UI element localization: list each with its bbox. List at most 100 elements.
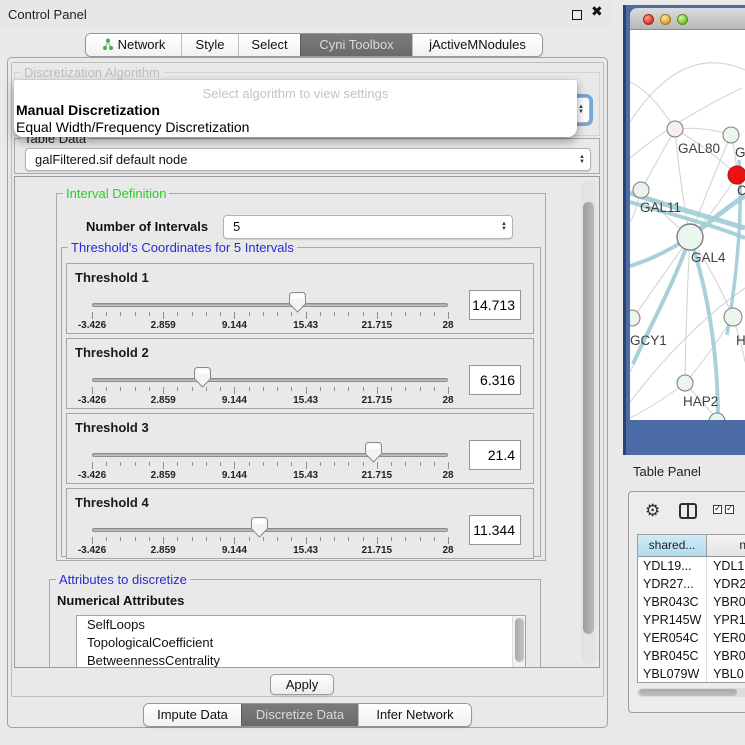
network-edge[interactable] (685, 317, 733, 383)
table-row[interactable]: YPR145WYPR1 (638, 611, 745, 629)
cell-shared-name[interactable]: YER054C (638, 629, 707, 647)
network-node[interactable] (630, 310, 640, 326)
network-edge[interactable] (630, 82, 675, 129)
threshold-value-field[interactable]: 14.713 (469, 290, 521, 320)
popup-item-manual-discretization[interactable]: Manual Discretization (16, 102, 160, 118)
network-node[interactable] (724, 308, 742, 326)
table-row[interactable]: YBR043CYBR0 (638, 593, 745, 611)
gear-icon[interactable]: ⚙ (645, 501, 660, 521)
slider-track[interactable] (92, 453, 448, 457)
network-edge[interactable] (630, 63, 745, 122)
cell-shared-name[interactable]: YPR145W (638, 611, 707, 629)
table-row[interactable]: YDR27...YDR2 (638, 575, 745, 593)
table-horizontal-scrollbar[interactable] (637, 688, 745, 697)
zoom-traffic-light-icon[interactable] (677, 14, 688, 25)
slider-tick (135, 537, 136, 541)
slider-thumb[interactable] (251, 517, 268, 538)
network-edge[interactable] (641, 129, 675, 190)
apply-button[interactable]: Apply (270, 674, 334, 695)
slider-tick (149, 537, 150, 541)
table-row[interactable]: YDL19...YDL1 (638, 557, 745, 575)
slider-tick-label: 15.43 (276, 470, 336, 481)
columns-icon[interactable] (679, 503, 697, 519)
slider-thumb[interactable] (365, 442, 382, 463)
attribute-item[interactable]: BetweennessCentrality (77, 652, 525, 668)
attribute-item[interactable]: SelfLoops (77, 616, 525, 634)
network-node[interactable] (677, 224, 703, 250)
number-of-intervals-combobox[interactable]: 5 ▲▼ (223, 215, 513, 239)
slider-tick (163, 462, 164, 469)
cell-shared-name[interactable]: YBR045C (638, 647, 707, 665)
number-of-intervals-value: 5 (233, 216, 490, 238)
slider-tick-label: 2.859 (133, 320, 193, 331)
network-edge[interactable] (630, 383, 685, 418)
cell-name[interactable]: YER0 (707, 629, 745, 647)
tab-infer-network[interactable]: Infer Network (358, 704, 471, 726)
settings-vertical-scrollbar[interactable] (581, 180, 596, 664)
slider-tick (348, 387, 349, 391)
table-data-combobox[interactable]: galFiltered.sif default node ▲▼ (25, 148, 591, 171)
slider-thumb[interactable] (289, 292, 306, 313)
table-row[interactable]: YER054CYER0 (638, 629, 745, 647)
slider-track[interactable] (92, 303, 448, 307)
tab-cyni-toolbox[interactable]: Cyni Toolbox (300, 34, 412, 56)
tab-discretize-data[interactable]: Discretize Data (241, 704, 358, 726)
cell-name[interactable]: YBR0 (707, 593, 745, 611)
cell-name[interactable]: YDL1 (707, 557, 745, 575)
network-window-titlebar[interactable] (630, 8, 745, 30)
tab-style[interactable]: Style (181, 34, 238, 56)
cell-shared-name[interactable]: YBL079W (638, 665, 707, 683)
tab-select[interactable]: Select (238, 34, 300, 56)
slider-tick (420, 387, 421, 391)
attribute-item[interactable]: TopologicalCoefficient (77, 634, 525, 652)
network-node[interactable] (633, 182, 649, 198)
slider-tick (405, 312, 406, 316)
slider-track[interactable] (92, 528, 448, 532)
network-graph[interactable]: GAL80GACGAL11GAL4GCY1HHAP2 (630, 30, 745, 420)
slider-track[interactable] (92, 378, 448, 382)
cell-name[interactable]: YPR1 (707, 611, 745, 629)
threshold-value-field[interactable]: 6.316 (469, 365, 521, 395)
cell-name[interactable]: YBL0 (707, 665, 745, 683)
float-window-icon[interactable] (572, 10, 582, 20)
network-edge[interactable] (685, 237, 690, 383)
network-node[interactable] (667, 121, 683, 137)
checkbox-pair-icon[interactable] (713, 505, 734, 514)
minimize-traffic-light-icon[interactable] (660, 14, 671, 25)
node-attribute-table: shared... na YDL19...YDL1YDR27...YDR2YBR… (637, 534, 745, 683)
slider-thumb[interactable] (194, 367, 211, 388)
network-view-canvas[interactable]: GAL80GACGAL11GAL4GCY1HHAP2 (630, 30, 745, 420)
column-header-name[interactable]: na (707, 535, 745, 556)
popup-item-equal-width-frequency[interactable]: Equal Width/Frequency Discretization (16, 119, 249, 135)
table-row[interactable]: YBR045CYBR0 (638, 647, 745, 665)
attributes-scrollbar[interactable] (512, 616, 525, 668)
network-node[interactable] (677, 375, 693, 391)
threshold-value-field[interactable]: 11.344 (469, 515, 521, 545)
app-root: { "control_panel": { "title": "Control P… (0, 0, 745, 745)
numerical-attributes-list[interactable]: SelfLoopsTopologicalCoefficientBetweenne… (76, 615, 526, 668)
network-node[interactable] (728, 166, 745, 184)
slider-tick (120, 312, 121, 316)
slider-tick (106, 387, 107, 391)
cell-name[interactable]: YDR2 (707, 575, 745, 593)
tab-network[interactable]: Network (86, 34, 181, 56)
cell-shared-name[interactable]: YDR27... (638, 575, 707, 593)
tab-jactivemnodules[interactable]: jActiveMNodules (412, 34, 542, 56)
tab-impute-data[interactable]: Impute Data (144, 704, 241, 726)
cell-shared-name[interactable]: YBR043C (638, 593, 707, 611)
slider-tick (135, 462, 136, 466)
cell-name[interactable]: YBR0 (707, 647, 745, 665)
slider-tick (249, 537, 250, 541)
close-traffic-light-icon[interactable] (643, 14, 654, 25)
cell-shared-name[interactable]: YDL19... (638, 557, 707, 575)
slider-tick (92, 387, 93, 394)
network-node[interactable] (723, 127, 739, 143)
thresholds-coordinates-title: Threshold's Coordinates for 5 Intervals (68, 240, 297, 255)
close-icon[interactable]: ✖ (591, 3, 603, 20)
table-row[interactable]: YBL079WYBL0 (638, 665, 745, 683)
slider-tick (249, 312, 250, 316)
network-node[interactable] (709, 413, 725, 420)
slider-tick (348, 537, 349, 541)
threshold-value-field[interactable]: 21.4 (469, 440, 521, 470)
column-header-shared-name[interactable]: shared... (638, 535, 707, 556)
